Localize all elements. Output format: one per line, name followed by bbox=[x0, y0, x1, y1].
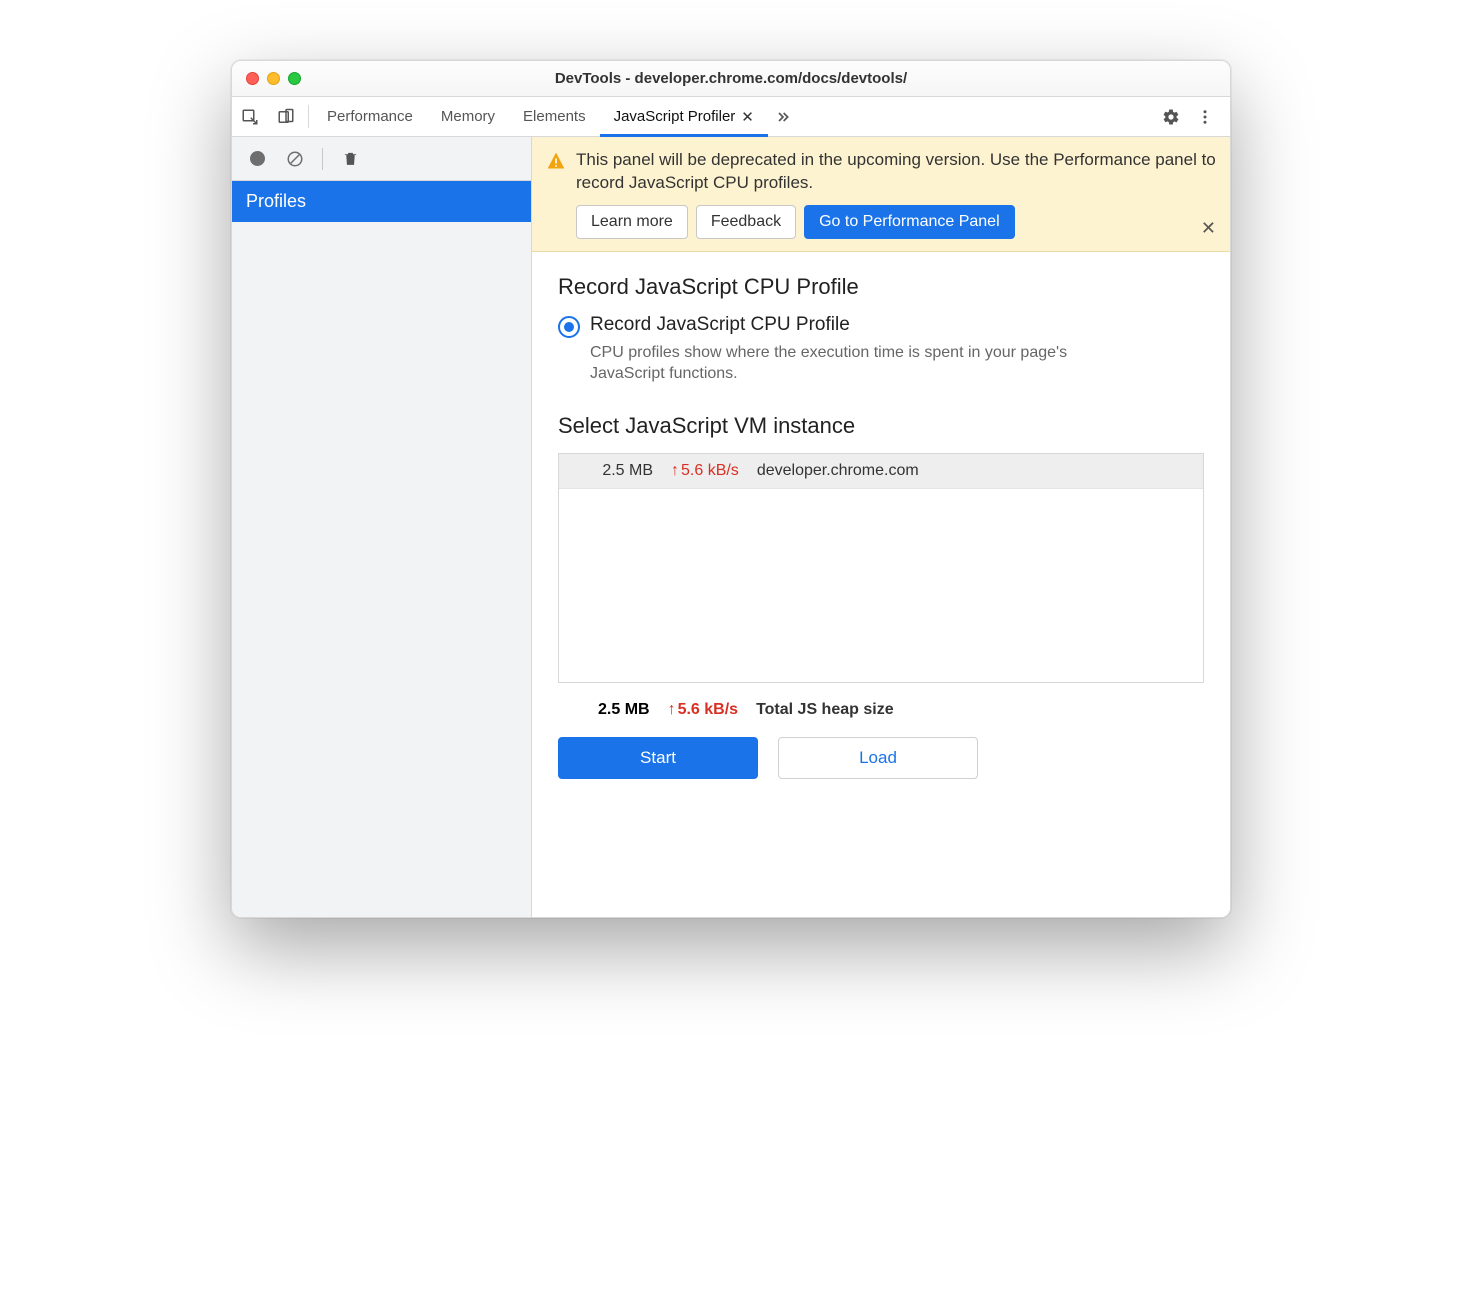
total-heap-label: Total JS heap size bbox=[756, 701, 894, 719]
sidebar-item-label: Profiles bbox=[246, 191, 306, 211]
settings-icon[interactable] bbox=[1154, 108, 1188, 126]
total-heap-rate: ↑5.6 kB/s bbox=[668, 701, 738, 719]
record-heading: Record JavaScript CPU Profile bbox=[558, 274, 1204, 300]
radio-label: Record JavaScript CPU Profile bbox=[590, 314, 850, 336]
titlebar: DevTools - developer.chrome.com/docs/dev… bbox=[232, 61, 1230, 97]
clear-icon[interactable] bbox=[280, 144, 310, 174]
sidebar-item-profiles[interactable]: Profiles bbox=[232, 181, 531, 222]
more-tabs-icon[interactable] bbox=[768, 97, 798, 136]
close-tab-icon[interactable]: ✕ bbox=[741, 108, 754, 126]
vm-instance-list: 2.5 MB ↑5.6 kB/s developer.chrome.com bbox=[558, 453, 1204, 683]
tab-elements[interactable]: Elements bbox=[509, 97, 600, 136]
vm-instance-row[interactable]: 2.5 MB ↑5.6 kB/s developer.chrome.com bbox=[559, 454, 1203, 489]
profile-type-radio[interactable]: Record JavaScript CPU Profile bbox=[558, 314, 1204, 338]
separator bbox=[322, 148, 323, 170]
devtools-window: DevTools - developer.chrome.com/docs/dev… bbox=[231, 60, 1231, 918]
vm-heap-rate: ↑5.6 kB/s bbox=[671, 462, 739, 480]
window-title: DevTools - developer.chrome.com/docs/dev… bbox=[232, 70, 1230, 87]
learn-more-button[interactable]: Learn more bbox=[576, 205, 688, 239]
minimize-window-button[interactable] bbox=[267, 72, 280, 85]
radio-icon bbox=[558, 316, 580, 338]
devtools-tabbar: Performance Memory Elements JavaScript P… bbox=[232, 97, 1230, 137]
start-button[interactable]: Start bbox=[558, 737, 758, 779]
panel-body: Record JavaScript CPU Profile Record Jav… bbox=[532, 252, 1230, 801]
kebab-menu-icon[interactable] bbox=[1188, 108, 1222, 126]
vm-heading: Select JavaScript VM instance bbox=[558, 413, 1204, 439]
action-buttons: Start Load bbox=[558, 737, 1204, 779]
sidebar: Profiles bbox=[232, 137, 532, 917]
banner-actions: Learn more Feedback Go to Performance Pa… bbox=[576, 205, 1216, 239]
tab-performance[interactable]: Performance bbox=[313, 97, 427, 136]
maximize-window-button[interactable] bbox=[288, 72, 301, 85]
warning-icon bbox=[546, 151, 566, 171]
window-controls bbox=[246, 72, 301, 85]
tab-label: Performance bbox=[327, 108, 413, 125]
tab-label: Memory bbox=[441, 108, 495, 125]
arrow-up-icon: ↑ bbox=[671, 462, 679, 480]
banner-body: This panel will be deprecated in the upc… bbox=[576, 149, 1216, 239]
main-panel: This panel will be deprecated in the upc… bbox=[532, 137, 1230, 917]
radio-description: CPU profiles show where the execution ti… bbox=[590, 342, 1110, 385]
vm-host: developer.chrome.com bbox=[757, 462, 919, 480]
close-window-button[interactable] bbox=[246, 72, 259, 85]
device-toolbar-icon[interactable] bbox=[268, 97, 304, 136]
heap-totals: 2.5 MB ↑5.6 kB/s Total JS heap size bbox=[598, 701, 1204, 719]
tab-label: JavaScript Profiler bbox=[614, 108, 736, 125]
load-button[interactable]: Load bbox=[778, 737, 978, 779]
vm-heap-size: 2.5 MB bbox=[573, 462, 653, 480]
tab-javascript-profiler[interactable]: JavaScript Profiler ✕ bbox=[600, 97, 768, 136]
feedback-button[interactable]: Feedback bbox=[696, 205, 796, 239]
sidebar-toolbar bbox=[232, 137, 531, 181]
content-area: Profiles This panel will be deprecated i… bbox=[232, 137, 1230, 917]
record-button[interactable] bbox=[242, 144, 272, 174]
delete-icon[interactable] bbox=[335, 144, 365, 174]
tabbar-right bbox=[1145, 97, 1230, 136]
tab-label: Elements bbox=[523, 108, 586, 125]
deprecation-banner: This panel will be deprecated in the upc… bbox=[532, 137, 1230, 252]
separator bbox=[308, 105, 309, 128]
total-heap-size: 2.5 MB bbox=[598, 701, 650, 719]
tab-memory[interactable]: Memory bbox=[427, 97, 509, 136]
close-banner-icon[interactable]: ✕ bbox=[1201, 218, 1216, 239]
goto-performance-button[interactable]: Go to Performance Panel bbox=[804, 205, 1015, 239]
inspect-element-icon[interactable] bbox=[232, 97, 268, 136]
arrow-up-icon: ↑ bbox=[668, 701, 676, 719]
banner-text: This panel will be deprecated in the upc… bbox=[576, 149, 1216, 195]
